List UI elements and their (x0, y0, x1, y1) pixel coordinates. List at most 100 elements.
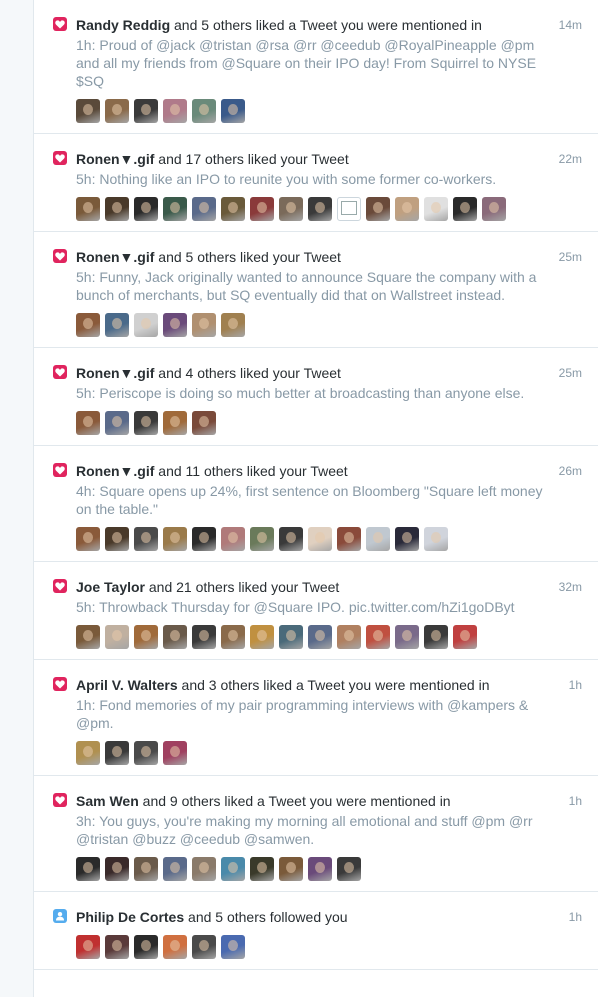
avatar[interactable] (105, 411, 129, 435)
notification-time[interactable]: 22m (559, 150, 582, 168)
user-name-link[interactable]: Philip De Cortes (76, 909, 184, 925)
user-name-link[interactable]: Ronen▼.gif (76, 365, 154, 381)
avatar[interactable] (308, 625, 332, 649)
notification-item[interactable]: 1h April V. Walters and 3 others liked a … (34, 660, 598, 776)
avatar[interactable] (192, 527, 216, 551)
avatar[interactable] (134, 197, 158, 221)
avatar[interactable] (76, 741, 100, 765)
avatar[interactable] (308, 527, 332, 551)
notification-item[interactable]: 1h Philip De Cortes and 5 others followed… (34, 892, 598, 970)
avatar[interactable] (76, 527, 100, 551)
avatar[interactable] (424, 197, 448, 221)
tweet-text[interactable]: 5h: Throwback Thursday for @Square IPO. … (76, 598, 586, 616)
tweet-text[interactable]: 5h: Funny, Jack originally wanted to ann… (76, 268, 586, 304)
notification-time[interactable]: 25m (559, 248, 582, 266)
avatar[interactable] (134, 857, 158, 881)
avatar[interactable] (105, 741, 129, 765)
avatar[interactable] (279, 527, 303, 551)
avatar[interactable] (134, 935, 158, 959)
avatar[interactable] (221, 527, 245, 551)
avatar[interactable] (192, 935, 216, 959)
avatar[interactable] (105, 197, 129, 221)
avatar[interactable] (192, 411, 216, 435)
avatar[interactable] (453, 197, 477, 221)
avatar[interactable] (395, 625, 419, 649)
avatar[interactable] (134, 99, 158, 123)
avatar[interactable] (105, 99, 129, 123)
avatar[interactable] (250, 625, 274, 649)
notification-item[interactable]: 1h Sam Wen and 9 others liked a Tweet you… (34, 776, 598, 892)
notification-item[interactable]: 25m Ronen▼.gif and 5 others liked your Tw… (34, 232, 598, 348)
avatar[interactable] (76, 99, 100, 123)
avatar[interactable] (163, 741, 187, 765)
avatar[interactable] (192, 857, 216, 881)
tweet-text[interactable]: 1h: Fond memories of my pair programming… (76, 696, 586, 732)
avatar[interactable] (250, 527, 274, 551)
avatar[interactable] (279, 197, 303, 221)
avatar[interactable] (163, 411, 187, 435)
avatar[interactable] (424, 527, 448, 551)
avatar[interactable] (453, 625, 477, 649)
user-name-link[interactable]: Randy Reddig (76, 17, 170, 33)
tweet-text[interactable]: 5h: Periscope is doing so much better at… (76, 384, 586, 402)
user-name-link[interactable]: Ronen▼.gif (76, 463, 154, 479)
avatar[interactable] (424, 625, 448, 649)
avatar[interactable] (105, 935, 129, 959)
avatar[interactable] (163, 625, 187, 649)
avatar[interactable] (76, 935, 100, 959)
notification-time[interactable]: 14m (559, 16, 582, 34)
notification-time[interactable]: 32m (559, 578, 582, 596)
notification-time[interactable]: 26m (559, 462, 582, 480)
user-name-link[interactable]: April V. Walters (76, 677, 178, 693)
avatar[interactable] (163, 313, 187, 337)
avatar[interactable] (308, 197, 332, 221)
notification-item[interactable]: 22m Ronen▼.gif and 17 others liked your T… (34, 134, 598, 232)
avatar[interactable] (337, 625, 361, 649)
user-name-link[interactable]: Sam Wen (76, 793, 139, 809)
notification-time[interactable]: 1h (569, 676, 582, 694)
avatar[interactable] (163, 935, 187, 959)
avatar[interactable] (395, 527, 419, 551)
avatar[interactable] (395, 197, 419, 221)
notification-time[interactable]: 25m (559, 364, 582, 382)
notification-item[interactable]: 32m Joe Taylor and 21 others liked your T… (34, 562, 598, 660)
avatar[interactable] (192, 625, 216, 649)
avatar[interactable] (105, 313, 129, 337)
avatar[interactable] (76, 197, 100, 221)
tweet-text[interactable]: 5h: Nothing like an IPO to reunite you w… (76, 170, 586, 188)
notification-item[interactable]: 26m Ronen▼.gif and 11 others liked your T… (34, 446, 598, 562)
avatar[interactable] (221, 99, 245, 123)
avatar[interactable] (105, 625, 129, 649)
avatar[interactable] (308, 857, 332, 881)
user-name-link[interactable]: Joe Taylor (76, 579, 145, 595)
avatar[interactable] (337, 527, 361, 551)
tweet-text[interactable]: 1h: Proud of @jack @tristan @rsa @rr @ce… (76, 36, 586, 90)
avatar[interactable] (279, 625, 303, 649)
notification-time[interactable]: 1h (569, 908, 582, 926)
avatar[interactable] (366, 625, 390, 649)
avatar[interactable] (221, 857, 245, 881)
avatar[interactable] (337, 197, 361, 221)
notification-item[interactable]: 14m Randy Reddig and 5 others liked a Twe… (34, 0, 598, 134)
avatar[interactable] (192, 313, 216, 337)
avatar[interactable] (163, 527, 187, 551)
avatar[interactable] (76, 857, 100, 881)
avatar[interactable] (76, 411, 100, 435)
user-name-link[interactable]: Ronen▼.gif (76, 151, 154, 167)
avatar[interactable] (134, 411, 158, 435)
avatar[interactable] (134, 527, 158, 551)
avatar[interactable] (76, 625, 100, 649)
notification-item[interactable]: 25m Ronen▼.gif and 4 others liked your Tw… (34, 348, 598, 446)
avatar[interactable] (163, 197, 187, 221)
avatar[interactable] (279, 857, 303, 881)
avatar[interactable] (134, 313, 158, 337)
avatar[interactable] (105, 527, 129, 551)
avatar[interactable] (192, 197, 216, 221)
tweet-text[interactable]: 3h: You guys, you're making my morning a… (76, 812, 586, 848)
avatar[interactable] (105, 857, 129, 881)
avatar[interactable] (192, 99, 216, 123)
avatar[interactable] (482, 197, 506, 221)
avatar[interactable] (366, 527, 390, 551)
avatar[interactable] (163, 857, 187, 881)
avatar[interactable] (366, 197, 390, 221)
